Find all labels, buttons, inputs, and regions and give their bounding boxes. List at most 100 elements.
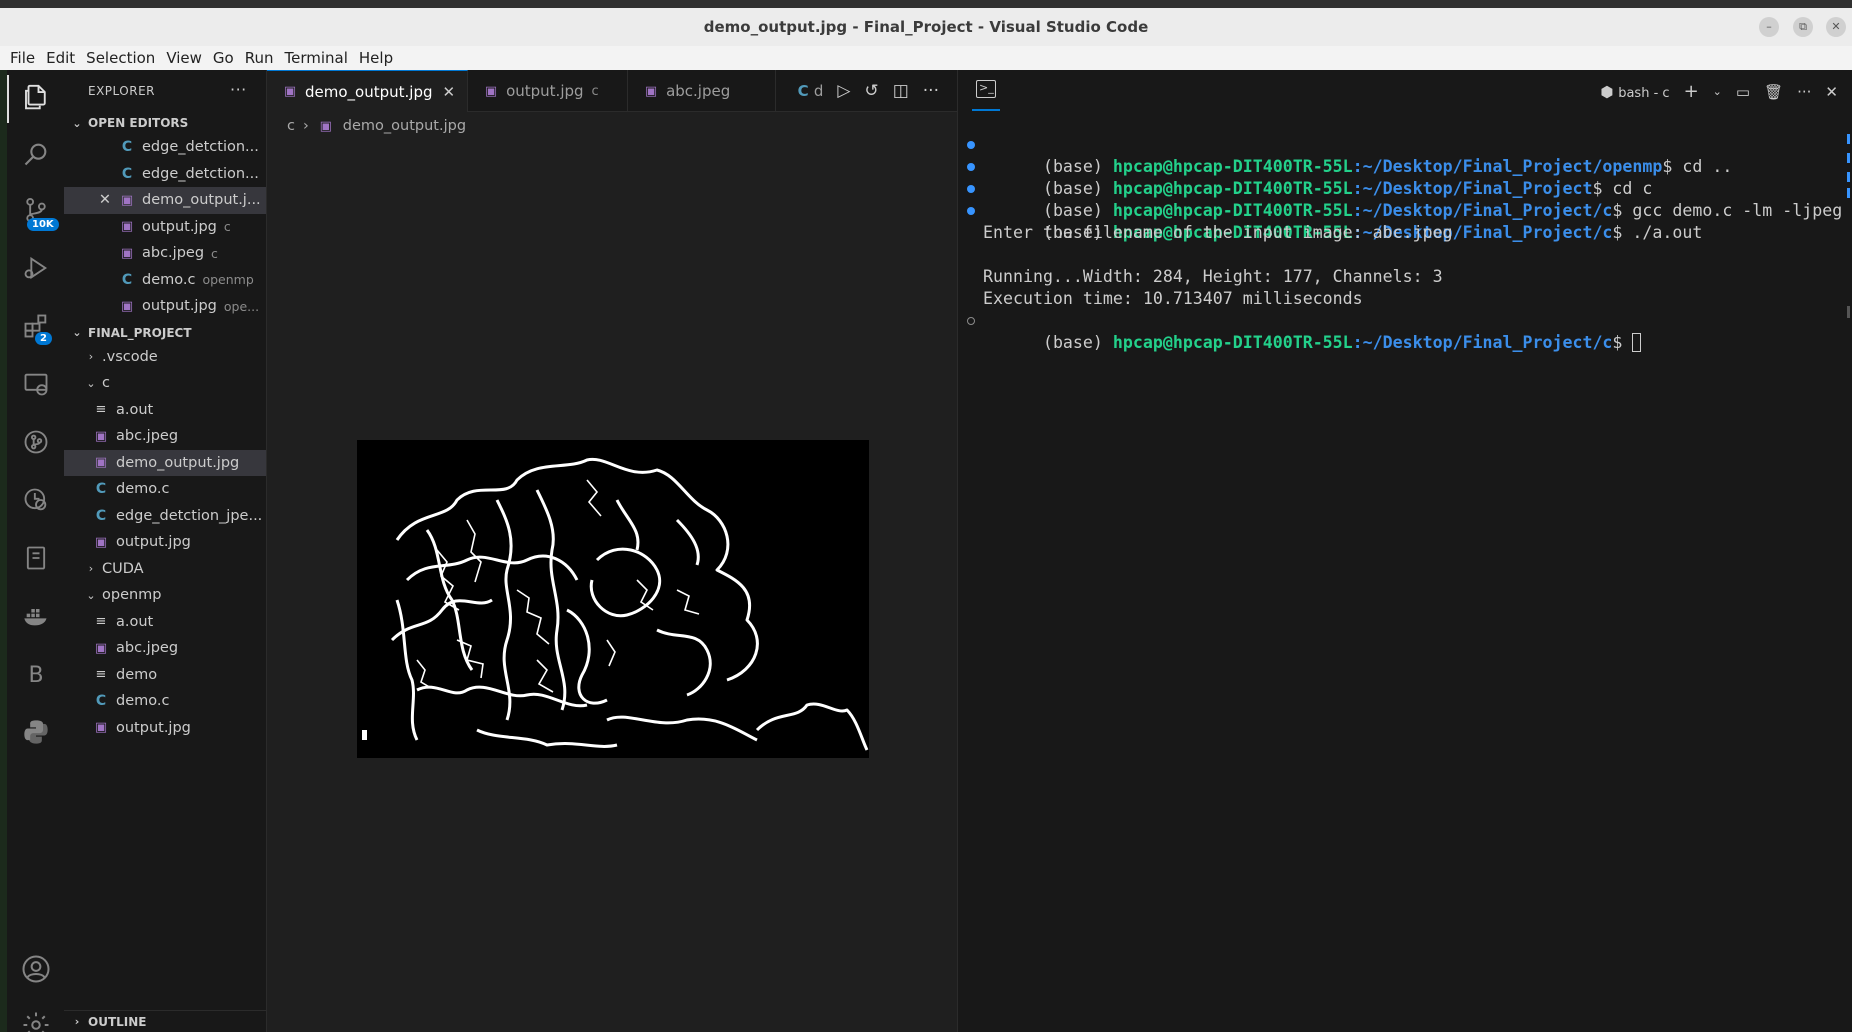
scrollbar-thumb[interactable]: [1847, 306, 1850, 318]
more-actions-icon[interactable]: ···: [1797, 83, 1811, 101]
docker-icon[interactable]: [20, 602, 52, 634]
menu-view[interactable]: View: [166, 49, 202, 67]
notebook-icon[interactable]: [20, 544, 52, 576]
file-item[interactable]: ▣ abc.jpeg: [64, 635, 266, 662]
edge-detected-flower-image: [357, 440, 869, 758]
search-icon[interactable]: [20, 140, 52, 172]
account-icon[interactable]: [20, 954, 52, 986]
open-editor-item[interactable]: C edge_detction...: [64, 161, 266, 188]
b-extension-icon[interactable]: B: [20, 660, 52, 692]
run-icon[interactable]: ▷: [837, 81, 850, 101]
menu-edit[interactable]: Edit: [46, 49, 75, 67]
file-item[interactable]: C demo.c: [64, 688, 266, 715]
maximize-button[interactable]: ⧉: [1793, 17, 1813, 37]
folder-vscode[interactable]: › .vscode: [64, 344, 266, 371]
file-item[interactable]: ≡ a.out: [64, 609, 266, 636]
git-graph-icon[interactable]: [20, 428, 52, 460]
image-preview: [357, 440, 869, 758]
folder-openmp[interactable]: ⌄ openmp: [64, 582, 266, 609]
open-editor-item[interactable]: ▣ output.jpg c: [64, 214, 266, 241]
history-icon[interactable]: ↺: [864, 81, 878, 101]
split-terminal-icon[interactable]: ▭: [1736, 83, 1750, 101]
open-editors-section[interactable]: ⌄ OPEN EDITORS: [64, 112, 266, 134]
scrollbar-marker: [1847, 134, 1850, 144]
close-tab-icon[interactable]: ✕: [443, 83, 456, 101]
image-file-icon: ▣: [94, 428, 108, 444]
image-file-icon: ▣: [319, 118, 332, 134]
file-item-selected[interactable]: ▣ demo_output.jpg: [64, 449, 266, 476]
menu-run[interactable]: Run: [245, 49, 274, 67]
file-item[interactable]: ≡ demo: [64, 662, 266, 689]
explorer-icon[interactable]: [20, 82, 52, 114]
terminal-output-line: Execution time: 10.713407 milliseconds: [983, 289, 1363, 308]
terminal-output-line: Running...Width: 284, Height: 177, Chann…: [983, 267, 1443, 286]
breadcrumb: c › ▣ demo_output.jpg: [267, 112, 957, 140]
open-editor-item[interactable]: ▣ output.jpg ope...: [64, 293, 266, 320]
scrollbar-marker: [1847, 188, 1850, 198]
trash-icon[interactable]: 🗑: [1764, 83, 1783, 101]
image-file-icon: ▣: [120, 219, 134, 235]
new-terminal-icon[interactable]: +: [1684, 81, 1699, 102]
explorer-sidebar: EXPLORER ··· ⌄ OPEN EDITORS C edge_detct…: [64, 70, 267, 1032]
tab-demo-output[interactable]: ▣ demo_output.jpg ✕: [267, 70, 469, 112]
menu-go[interactable]: Go: [213, 49, 234, 67]
more-actions-icon[interactable]: ···: [923, 81, 939, 101]
file-item[interactable]: ▣ output.jpg: [64, 715, 266, 742]
final-project-section[interactable]: ⌄ FINAL_PROJECT: [64, 322, 266, 344]
open-editor-item-active[interactable]: ✕ ▣ demo_output.j...: [64, 187, 266, 214]
open-editor-item[interactable]: C demo.c openmp: [64, 267, 266, 294]
close-window-button[interactable]: ✕: [1826, 17, 1846, 37]
open-editor-item[interactable]: ▣ abc.jpeg c: [64, 240, 266, 267]
split-editor-icon[interactable]: ◫: [893, 81, 909, 101]
c-file-icon: C: [95, 507, 107, 524]
close-panel-icon[interactable]: ✕: [1825, 83, 1838, 101]
more-actions-icon[interactable]: ···: [230, 80, 247, 99]
minimize-button[interactable]: –: [1759, 17, 1779, 37]
tab-c-file[interactable]: C d: [798, 82, 824, 100]
folder-cuda[interactable]: › CUDA: [64, 556, 266, 583]
menu-bar: File Edit Selection View Go Run Terminal…: [0, 46, 1852, 70]
tab-output[interactable]: ▣ output.jpg c: [468, 70, 629, 112]
terminal-icon[interactable]: >_: [976, 80, 996, 98]
timeline-search-icon[interactable]: [20, 486, 52, 518]
image-file-icon: ▣: [120, 245, 134, 261]
chevron-down-icon[interactable]: ⌄: [1713, 85, 1722, 98]
folder-c[interactable]: ⌄ c: [64, 370, 266, 397]
remote-explorer-icon[interactable]: [20, 370, 52, 402]
open-editor-item[interactable]: C edge_detction...: [64, 134, 266, 161]
active-indicator: [7, 75, 9, 123]
image-file-icon: ▣: [94, 455, 108, 471]
command-decoration-icon[interactable]: [967, 207, 975, 215]
run-debug-icon[interactable]: [20, 254, 52, 286]
menu-file[interactable]: File: [10, 49, 35, 67]
settings-gear-icon[interactable]: [20, 1010, 52, 1032]
command-decoration-icon[interactable]: [967, 185, 975, 193]
close-editor-icon[interactable]: ✕: [96, 192, 114, 208]
project-label: FINAL_PROJECT: [88, 325, 192, 340]
file-item[interactable]: ≡ a.out: [64, 397, 266, 424]
outline-section[interactable]: › OUTLINE: [64, 1010, 267, 1032]
outline-label: OUTLINE: [88, 1014, 147, 1029]
breadcrumb-file[interactable]: demo_output.jpg: [343, 118, 466, 134]
terminal-shell-selector[interactable]: ⬢ bash - c: [1600, 83, 1669, 101]
text-file-icon: ≡: [95, 614, 107, 630]
file-item[interactable]: ▣ abc.jpeg: [64, 423, 266, 450]
chevron-right-icon: ›: [88, 350, 94, 364]
file-item[interactable]: C demo.c: [64, 476, 266, 503]
terminal-prompt-line: (base) hpcap@hpcap-DIT400TR-55L:~/Deskto…: [958, 310, 1838, 352]
terminal-cursor: [1632, 333, 1642, 352]
tab-abc[interactable]: ▣ abc.jpeg: [628, 70, 777, 112]
breadcrumb-folder[interactable]: c: [287, 118, 295, 134]
command-decoration-icon[interactable]: [967, 317, 975, 325]
menu-terminal[interactable]: Terminal: [285, 49, 348, 67]
terminal-output[interactable]: (base) hpcap@hpcap-DIT400TR-55L:~/Deskto…: [958, 134, 1842, 352]
explorer-header: EXPLORER ···: [64, 70, 266, 112]
command-decoration-icon[interactable]: [967, 141, 975, 149]
python-icon[interactable]: [20, 718, 52, 750]
menu-selection[interactable]: Selection: [86, 49, 155, 67]
command-decoration-icon[interactable]: [967, 163, 975, 171]
file-item[interactable]: C edge_detction_jpe...: [64, 503, 266, 530]
file-item[interactable]: ▣ output.jpg: [64, 529, 266, 556]
menu-help[interactable]: Help: [359, 49, 393, 67]
